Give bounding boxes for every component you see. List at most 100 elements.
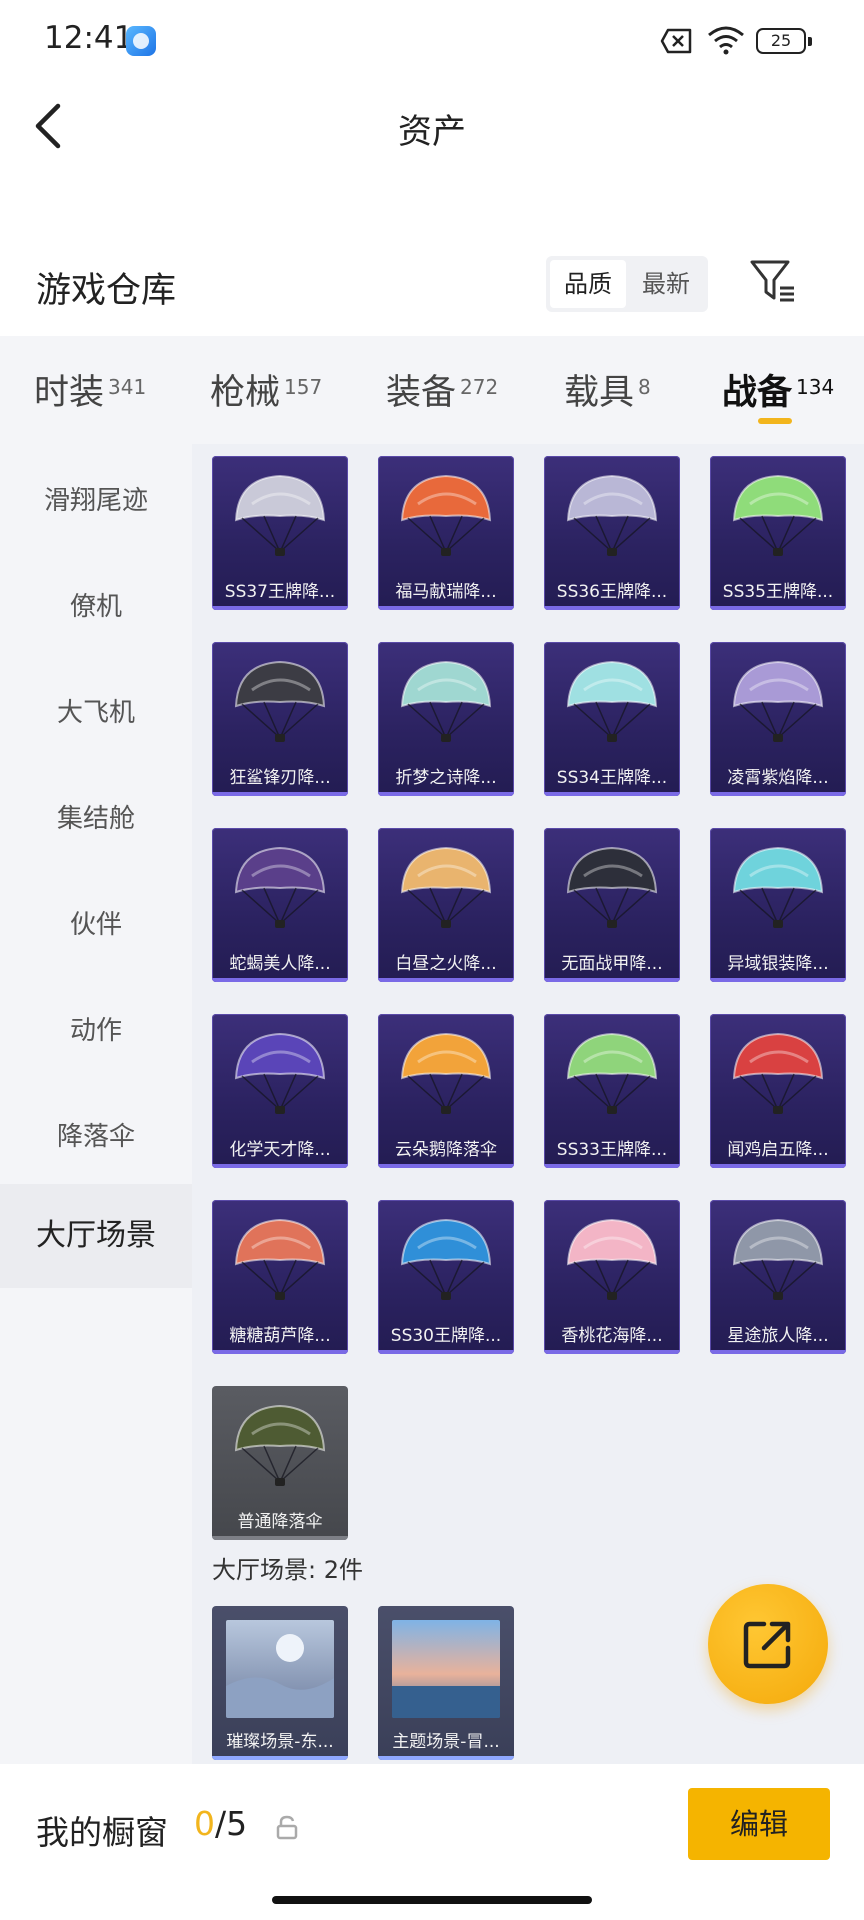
sidebar-item-emote[interactable]: 动作 bbox=[0, 1010, 192, 1047]
item-card[interactable]: 狂鲨锋刃降... bbox=[212, 642, 348, 796]
sidebar-item-partner[interactable]: 伙伴 bbox=[0, 904, 192, 941]
item-card[interactable]: SS36王牌降... bbox=[544, 456, 680, 610]
tab-label: 枪械 bbox=[210, 373, 281, 413]
item-name: SS35王牌降... bbox=[722, 582, 834, 602]
item-name: SS34王牌降... bbox=[556, 768, 668, 788]
item-name: SS36王牌降... bbox=[556, 582, 668, 602]
tab-fashion[interactable]: 时装 341 bbox=[34, 364, 146, 415]
item-card[interactable]: 凌霄紫焰降... bbox=[710, 642, 846, 796]
parachute-icon bbox=[234, 660, 326, 742]
item-card[interactable]: 蛇蝎美人降... bbox=[212, 828, 348, 982]
item-card[interactable]: SS30王牌降... bbox=[378, 1200, 514, 1354]
parachute-icon bbox=[400, 1218, 492, 1300]
parachute-icon bbox=[234, 1404, 326, 1486]
item-name: 蛇蝎美人降... bbox=[229, 954, 331, 974]
item-name: 凌霄紫焰降... bbox=[727, 768, 829, 788]
parachute-icon bbox=[732, 1032, 824, 1114]
warehouse-title: 游戏仓库 bbox=[36, 271, 177, 311]
item-card[interactable]: 闻鸡启五降... bbox=[710, 1014, 846, 1168]
scene-thumbnail bbox=[392, 1620, 500, 1718]
scene-name: 主题场景-冒... bbox=[392, 1732, 500, 1752]
item-name: 狂鲨锋刃降... bbox=[229, 768, 331, 788]
parachute-icon bbox=[566, 1032, 658, 1114]
item-card[interactable]: 折梦之诗降... bbox=[378, 642, 514, 796]
parachute-icon bbox=[566, 474, 658, 556]
share-external-icon bbox=[743, 1621, 791, 1669]
tab-guns[interactable]: 枪械 157 bbox=[210, 364, 322, 415]
item-card[interactable]: 无面战甲降... bbox=[544, 828, 680, 982]
item-card[interactable]: SS34王牌降... bbox=[544, 642, 680, 796]
item-card[interactable]: 糖糖葫芦降... bbox=[212, 1200, 348, 1354]
showcase-count: 0/5 bbox=[194, 1804, 247, 1843]
item-card[interactable]: 香桃花海降... bbox=[544, 1200, 680, 1354]
item-card[interactable]: SS37王牌降... bbox=[212, 456, 348, 610]
showcase-label: 我的橱窗 bbox=[36, 1813, 168, 1852]
sidebar-item-big-plane[interactable]: 大飞机 bbox=[0, 692, 192, 729]
parachute-icon bbox=[732, 660, 824, 742]
parachute-icon bbox=[234, 474, 326, 556]
item-card[interactable]: 异域银装降... bbox=[710, 828, 846, 982]
share-button[interactable] bbox=[708, 1584, 828, 1704]
sidebar: 滑翔尾迹 僚机 大飞机 集结舱 伙伴 动作 降落伞 大厅场景 bbox=[0, 444, 192, 1764]
tab-label: 战备 bbox=[722, 373, 793, 413]
tab-label: 载具 bbox=[564, 373, 635, 413]
item-card[interactable]: 化学天才降... bbox=[212, 1014, 348, 1168]
active-tab-indicator bbox=[758, 418, 792, 424]
tab-count: 157 bbox=[284, 375, 323, 399]
tab-label: 时装 bbox=[34, 373, 105, 413]
item-name: 异域银装降... bbox=[727, 954, 829, 974]
sidebar-item-lobby-scene[interactable]: 大厅场景 bbox=[0, 1184, 192, 1288]
home-indicator bbox=[272, 1896, 592, 1904]
tab-combat-gear[interactable]: 战备 134 bbox=[722, 364, 834, 415]
parachute-icon bbox=[234, 1032, 326, 1114]
parachute-icon bbox=[566, 660, 658, 742]
item-name: 福马献瑞降... bbox=[395, 582, 497, 602]
item-card[interactable]: SS35王牌降... bbox=[710, 456, 846, 610]
item-name: 香桃花海降... bbox=[561, 1326, 663, 1346]
edit-button[interactable]: 编辑 bbox=[688, 1788, 830, 1860]
item-name: SS30王牌降... bbox=[390, 1326, 502, 1346]
item-card[interactable]: 云朵鹅降落伞 bbox=[378, 1014, 514, 1168]
item-name: 无面战甲降... bbox=[561, 954, 663, 974]
tab-count: 272 bbox=[460, 375, 499, 399]
status-bar: 12:41 25 bbox=[0, 0, 864, 84]
sidebar-item-assembly-pod[interactable]: 集结舱 bbox=[0, 798, 192, 835]
sort-quality[interactable]: 品质 bbox=[550, 260, 626, 308]
sort-segment: 品质 最新 bbox=[546, 256, 708, 312]
tab-count: 134 bbox=[796, 375, 835, 399]
battery-icon: 25 bbox=[756, 28, 812, 54]
category-tabs: 时装 341 枪械 157 装备 272 载具 8 战备 134 bbox=[0, 336, 864, 444]
item-name: 普通降落伞 bbox=[237, 1512, 323, 1532]
status-time: 12:41 bbox=[44, 20, 134, 56]
sort-newest[interactable]: 最新 bbox=[628, 260, 704, 308]
scene-thumbnail bbox=[226, 1620, 334, 1718]
lock-icon bbox=[276, 1815, 298, 1840]
filter-icon[interactable] bbox=[748, 256, 796, 306]
item-name: SS33王牌降... bbox=[556, 1140, 668, 1160]
sidebar-item-parachute[interactable]: 降落伞 bbox=[0, 1116, 192, 1153]
parachute-icon bbox=[732, 1218, 824, 1300]
item-card[interactable]: 福马献瑞降... bbox=[378, 456, 514, 610]
item-name: 闻鸡启五降... bbox=[727, 1140, 829, 1160]
parachute-icon bbox=[234, 846, 326, 928]
item-name: 云朵鹅降落伞 bbox=[395, 1140, 497, 1160]
tab-count: 341 bbox=[108, 375, 147, 399]
parachute-icon bbox=[732, 846, 824, 928]
page-title: 资产 bbox=[398, 112, 466, 152]
scene-card[interactable]: 主题场景-冒... bbox=[378, 1606, 514, 1760]
item-card[interactable]: 白昼之火降... bbox=[378, 828, 514, 982]
sidebar-item-glide-trail[interactable]: 滑翔尾迹 bbox=[0, 480, 192, 517]
sidebar-item-wingman[interactable]: 僚机 bbox=[0, 586, 192, 623]
tab-vehicles[interactable]: 载具 8 bbox=[564, 364, 651, 415]
parachute-icon bbox=[566, 1218, 658, 1300]
item-card[interactable]: 普通降落伞 bbox=[212, 1386, 348, 1540]
parachute-icon bbox=[234, 1218, 326, 1300]
tab-count: 8 bbox=[638, 375, 651, 399]
scene-card[interactable]: 璀璨场景-东... bbox=[212, 1606, 348, 1760]
item-name: 白昼之火降... bbox=[395, 954, 497, 974]
item-card[interactable]: 星途旅人降... bbox=[710, 1200, 846, 1354]
app-notification-icon bbox=[126, 26, 156, 56]
item-card[interactable]: SS33王牌降... bbox=[544, 1014, 680, 1168]
parachute-icon bbox=[732, 474, 824, 556]
tab-equipment[interactable]: 装备 272 bbox=[386, 364, 498, 415]
